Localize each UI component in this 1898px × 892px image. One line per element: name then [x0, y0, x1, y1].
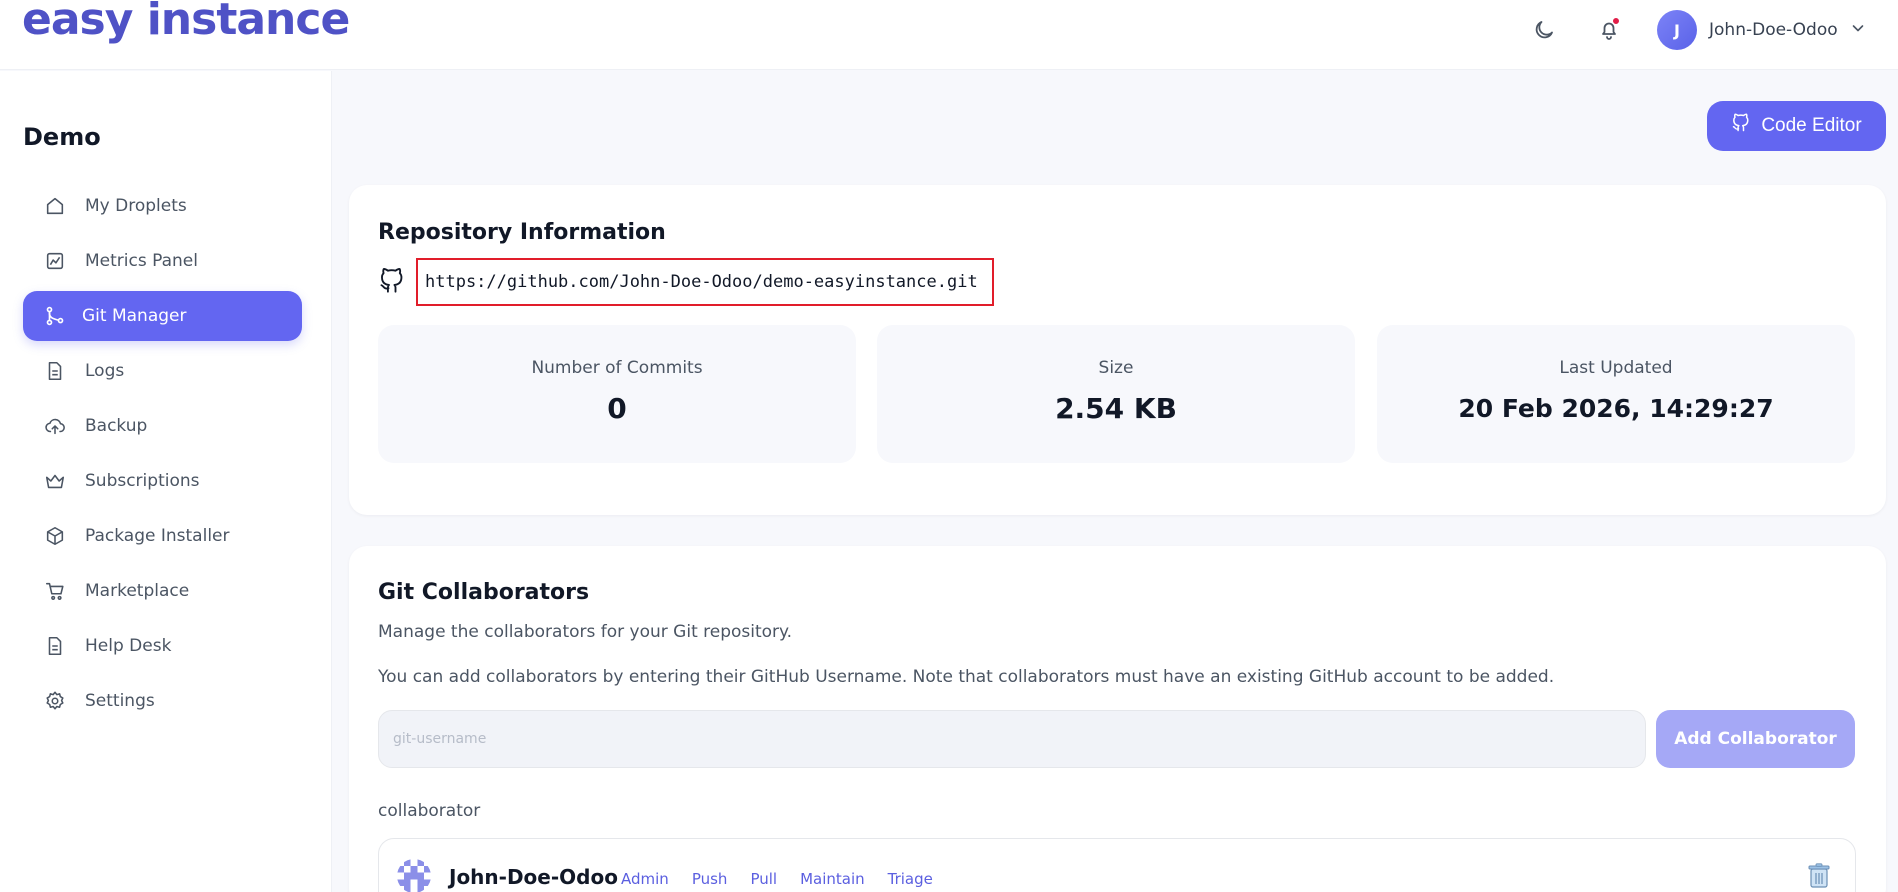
- github-icon: [378, 264, 406, 300]
- stat-label: Size: [1098, 358, 1134, 378]
- avatar: [397, 859, 431, 892]
- gear-icon: [43, 689, 67, 713]
- permission-badge: Push: [691, 870, 728, 888]
- repository-info-title: Repository Information: [378, 220, 666, 245]
- user-name: John-Doe-Odoo: [1709, 20, 1838, 40]
- notification-dot: [1612, 17, 1620, 25]
- sidebar-item-label: Package Installer: [85, 526, 230, 546]
- git-branch-icon: [43, 304, 67, 328]
- chevron-down-icon: [1850, 20, 1866, 40]
- collaborator-section-label: collaborator: [378, 801, 481, 821]
- sidebar-item-label: Help Desk: [85, 636, 172, 656]
- add-collaborator-button[interactable]: Add Collaborator: [1656, 710, 1855, 768]
- git-username-input[interactable]: [378, 710, 1646, 768]
- bell-icon[interactable]: [1595, 16, 1623, 44]
- user-menu[interactable]: J John-Doe-Odoo: [1657, 10, 1866, 50]
- collaborators-description: Manage the collaborators for your Git re…: [378, 622, 793, 642]
- permission-badge: Admin: [621, 870, 669, 888]
- code-editor-button[interactable]: Code Editor: [1707, 101, 1886, 151]
- repository-info-card: Repository Information https://github.co…: [349, 185, 1886, 515]
- top-header: easy instance J John-Doe-Odoo: [0, 0, 1898, 70]
- stat-last-updated: Last Updated 20 Feb 2026, 14:29:27: [1377, 325, 1855, 463]
- sidebar-item-label: Settings: [85, 691, 155, 711]
- collaborators-note: You can add collaborators by entering th…: [378, 667, 1555, 687]
- git-collaborators-title: Git Collaborators: [378, 580, 590, 605]
- sidebar-item-label: Backup: [85, 416, 148, 436]
- sidebar-item-marketplace[interactable]: Marketplace: [23, 566, 302, 616]
- sidebar-item-label: Git Manager: [82, 306, 187, 326]
- stat-value: 0: [607, 392, 627, 425]
- document-icon: [43, 359, 67, 383]
- sidebar-item-package-installer[interactable]: Package Installer: [23, 511, 302, 561]
- permission-badges: Admin Push Pull Maintain Triage: [621, 870, 933, 888]
- permission-badge: Maintain: [800, 870, 865, 888]
- permission-badge: Pull: [750, 870, 778, 888]
- collaborator-name: John-Doe-Odoo: [449, 865, 618, 889]
- stat-label: Number of Commits: [531, 358, 703, 378]
- sidebar-item-settings[interactable]: Settings: [23, 676, 302, 726]
- home-icon: [43, 194, 67, 218]
- trash-icon[interactable]: [1807, 863, 1831, 889]
- avatar: J: [1657, 10, 1697, 50]
- stat-commits: Number of Commits 0: [378, 325, 856, 463]
- sidebar-item-my-droplets[interactable]: My Droplets: [23, 181, 302, 231]
- code-editor-label: Code Editor: [1761, 115, 1862, 136]
- chart-icon: [43, 249, 67, 273]
- sidebar-item-label: Marketplace: [85, 581, 190, 601]
- stat-size: Size 2.54 KB: [877, 325, 1355, 463]
- sidebar-item-logs[interactable]: Logs: [23, 346, 302, 396]
- sidebar-item-metrics-panel[interactable]: Metrics Panel: [23, 236, 302, 286]
- sidebar-item-label: Logs: [85, 361, 125, 381]
- sidebar-item-help-desk[interactable]: Help Desk: [23, 621, 302, 671]
- list-item: John-Doe-Odoo Admin Push Pull Maintain T…: [378, 838, 1856, 892]
- sidebar-item-subscriptions[interactable]: Subscriptions: [23, 456, 302, 506]
- cloud-upload-icon: [43, 414, 67, 438]
- crown-icon: [43, 469, 67, 493]
- package-icon: [43, 524, 67, 548]
- sidebar-item-git-manager[interactable]: Git Manager: [23, 291, 302, 341]
- repository-url-row: https://github.com/John-Doe-Odoo/demo-ea…: [378, 258, 994, 306]
- permission-badge: Triage: [887, 870, 933, 888]
- project-title: Demo: [23, 123, 101, 151]
- stat-value: 2.54 KB: [1055, 392, 1177, 425]
- stat-value: 20 Feb 2026, 14:29:27: [1458, 394, 1774, 423]
- sidebar-item-label: My Droplets: [85, 196, 187, 216]
- github-icon: [1731, 113, 1751, 139]
- stat-label: Last Updated: [1559, 358, 1673, 378]
- moon-icon[interactable]: [1530, 16, 1558, 44]
- sidebar-item-label: Subscriptions: [85, 471, 200, 491]
- document-icon: [43, 634, 67, 658]
- cart-icon: [43, 579, 67, 603]
- sidebar-nav: My Droplets Metrics Panel Git Manager Lo…: [23, 181, 302, 731]
- sidebar-item-backup[interactable]: Backup: [23, 401, 302, 451]
- sidebar-item-label: Metrics Panel: [85, 251, 198, 271]
- repository-url[interactable]: https://github.com/John-Doe-Odoo/demo-ea…: [416, 258, 994, 306]
- app-logo[interactable]: easy instance: [22, 0, 350, 45]
- git-collaborators-card: Git Collaborators Manage the collaborato…: [349, 546, 1886, 892]
- sidebar: Demo My Droplets Metrics Panel Git Manag…: [0, 71, 332, 892]
